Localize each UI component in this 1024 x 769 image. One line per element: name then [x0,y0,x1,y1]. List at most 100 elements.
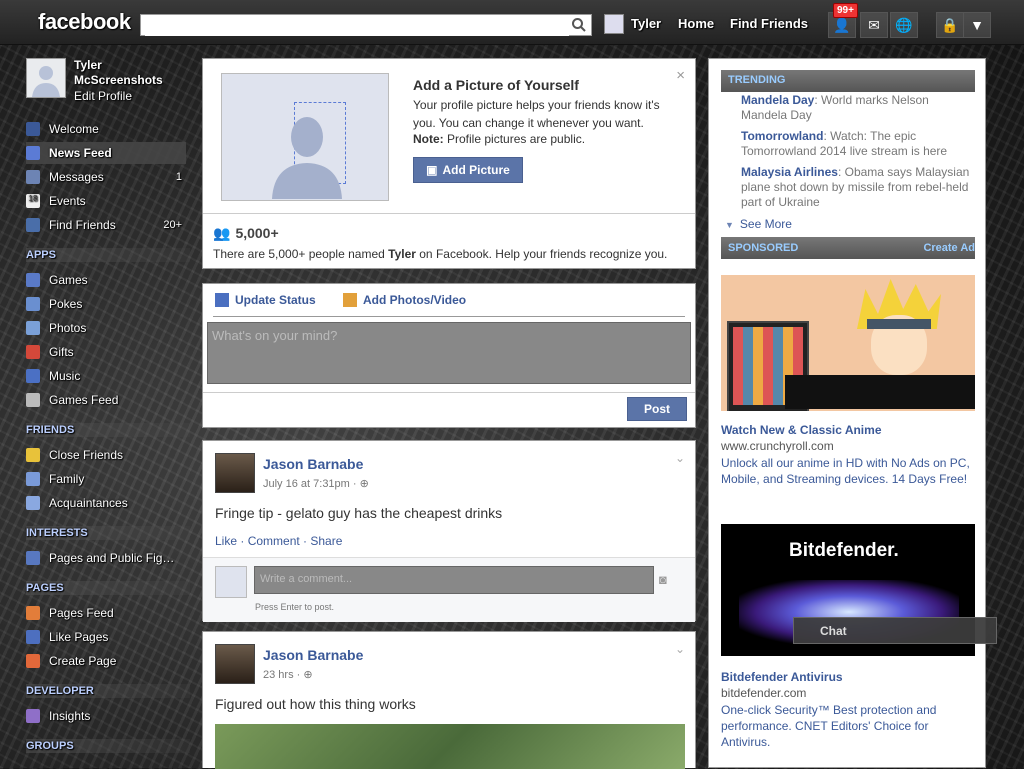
notifications-icon[interactable]: 🌐 [890,12,918,38]
insights-chart-icon [26,709,40,723]
messages-icon[interactable]: ✉ [860,12,888,38]
sidebar-item-acquaintances[interactable]: Acquaintances [26,492,190,514]
news-feed-icon [26,146,40,160]
sidebar-item-family[interactable]: Family [26,468,190,490]
nav-find-friends-link[interactable]: Find Friends [730,16,808,31]
sidebar-item-pages-feed[interactable]: Pages Feed [26,602,190,624]
ad-body[interactable]: One-click Security™ Best protection and … [721,702,951,750]
trending-item[interactable]: Malaysia Airlines: Obama says Malaysian … [741,165,971,210]
sidebar-item-welcome[interactable]: Welcome [26,118,190,140]
account-menu-chevron-down-icon[interactable]: ▼ [963,12,991,38]
crunchyroll-ad-image[interactable] [721,275,975,411]
find-friends-icon [26,218,40,232]
post-author[interactable]: Jason Barnabe [263,647,363,663]
chat-bar[interactable]: Chat [793,617,997,644]
post-options-chevron-down-icon[interactable]: ⌄ [675,451,685,465]
post-timestamp[interactable]: July 16 at 7:31pm · ⊕ [263,477,369,490]
section-pages: PAGES [26,581,190,595]
camera-icon[interactable]: ◙ [659,572,667,587]
chevron-down-icon: ▼ [725,220,734,230]
share-link[interactable]: Share [310,534,342,548]
sidebar-item-insights[interactable]: Insights [26,705,190,727]
sidebar-item-games-feed[interactable]: Games Feed [26,389,190,411]
acquaintances-icon [26,496,40,510]
search-box[interactable] [140,14,592,36]
post-timestamp[interactable]: 23 hrs · ⊕ [263,668,313,681]
add-picture-button[interactable]: ▣ Add Picture [413,157,523,183]
thumbs-up-icon [26,630,40,644]
sidebar-item-messages[interactable]: Messages 1 [26,166,190,188]
calendar-icon: 18 [26,194,40,208]
headband-graphic [867,319,931,329]
sponsored-header: SPONSORED Create Ad [721,237,975,259]
post-text: Fringe tip - gelato guy has the cheapest… [215,505,503,521]
nav-profile-link[interactable]: Tyler [631,16,661,31]
post-button[interactable]: Post [627,397,687,421]
tab-update-status[interactable]: Update Status [215,293,316,307]
ad-body[interactable]: Unlock all our anime in HD with No Ads o… [721,455,979,487]
gift-icon [26,345,40,359]
ad-title[interactable]: Watch New & Classic Anime [721,423,882,437]
search-icon[interactable] [571,17,587,33]
gamepad-icon [26,393,40,407]
sidebar-item-pages-public-figures[interactable]: Pages and Public Fig… [26,547,190,569]
create-ad-link[interactable]: Create Ad [923,242,975,254]
ad-domain[interactable]: www.crunchyroll.com [721,439,834,453]
close-icon[interactable]: × [676,67,685,84]
people-icon: 👥 [213,225,231,241]
sidebar-item-close-friends[interactable]: Close Friends [26,444,190,466]
section-interests: INTERESTS [26,526,190,540]
sidebar-item-events[interactable]: 18 Events [26,190,190,212]
search-input[interactable] [145,16,569,36]
pencil-icon [215,293,229,307]
messages-icon [26,170,40,184]
profile-name[interactable]: Tyler McScreenshots [74,58,184,88]
sidebar-item-pokes[interactable]: Pokes [26,293,190,315]
sidebar-item-news-feed[interactable]: News Feed [26,142,186,164]
trending-item[interactable]: Mandela Day: World marks Nelson Mandela … [741,93,971,123]
family-icon [26,472,40,486]
post-author[interactable]: Jason Barnabe [263,456,363,472]
author-avatar[interactable] [215,453,255,493]
post-options-chevron-down-icon[interactable]: ⌄ [675,642,685,656]
see-more-link[interactable]: ▼ See More [725,217,792,231]
like-link[interactable]: Like [215,534,237,548]
music-icon [26,369,40,383]
games-icon [26,273,40,287]
facebook-logo[interactable]: facebook [38,9,131,35]
default-avatar-icon [32,66,60,97]
sidebar-item-find-friends[interactable]: Find Friends 20+ [26,214,190,236]
nav-home-link[interactable]: Home [678,16,714,31]
messages-count: 1 [175,171,182,183]
ad-domain[interactable]: bitdefender.com [721,686,806,700]
public-globe-icon: ⊕ [359,478,369,490]
flag-icon [26,606,40,620]
sidebar-item-like-pages[interactable]: Like Pages [26,626,190,648]
author-avatar[interactable] [215,644,255,684]
picture-prompt-note: Note: Profile pictures are public. [413,132,586,146]
divider [213,316,685,317]
comment-link[interactable]: Comment [248,534,300,548]
comment-input[interactable]: Write a comment... [254,566,654,594]
camera-icon: ▣ [426,163,438,177]
trending-header: TRENDING [721,70,975,92]
ad-title[interactable]: Bitdefender Antivirus [721,670,843,684]
trending-item[interactable]: Tomorrowland: Watch: The epic Tomorrowla… [741,129,971,159]
profile-avatar[interactable] [26,58,66,98]
privacy-shortcuts-icon[interactable]: 🔒 [936,12,964,38]
photo-icon [343,293,357,307]
sidebar-item-music[interactable]: Music [26,365,190,387]
post-photo[interactable] [215,724,685,769]
sidebar-item-photos[interactable]: Photos [26,317,190,339]
section-apps: APPS [26,248,190,262]
nav-avatar[interactable] [604,14,624,34]
pokes-icon [26,297,40,311]
status-textarea[interactable]: What's on your mind? [207,322,691,384]
sidebar-item-games[interactable]: Games [26,269,190,291]
picture-prompt-body: Your profile picture helps your friends … [413,98,660,130]
divider [203,392,695,393]
tab-add-photos-video[interactable]: Add Photos/Video [343,293,466,307]
sidebar-item-create-page[interactable]: Create Page [26,650,190,672]
sidebar-item-gifts[interactable]: Gifts [26,341,190,363]
edit-profile-link[interactable]: Edit Profile [74,89,132,103]
